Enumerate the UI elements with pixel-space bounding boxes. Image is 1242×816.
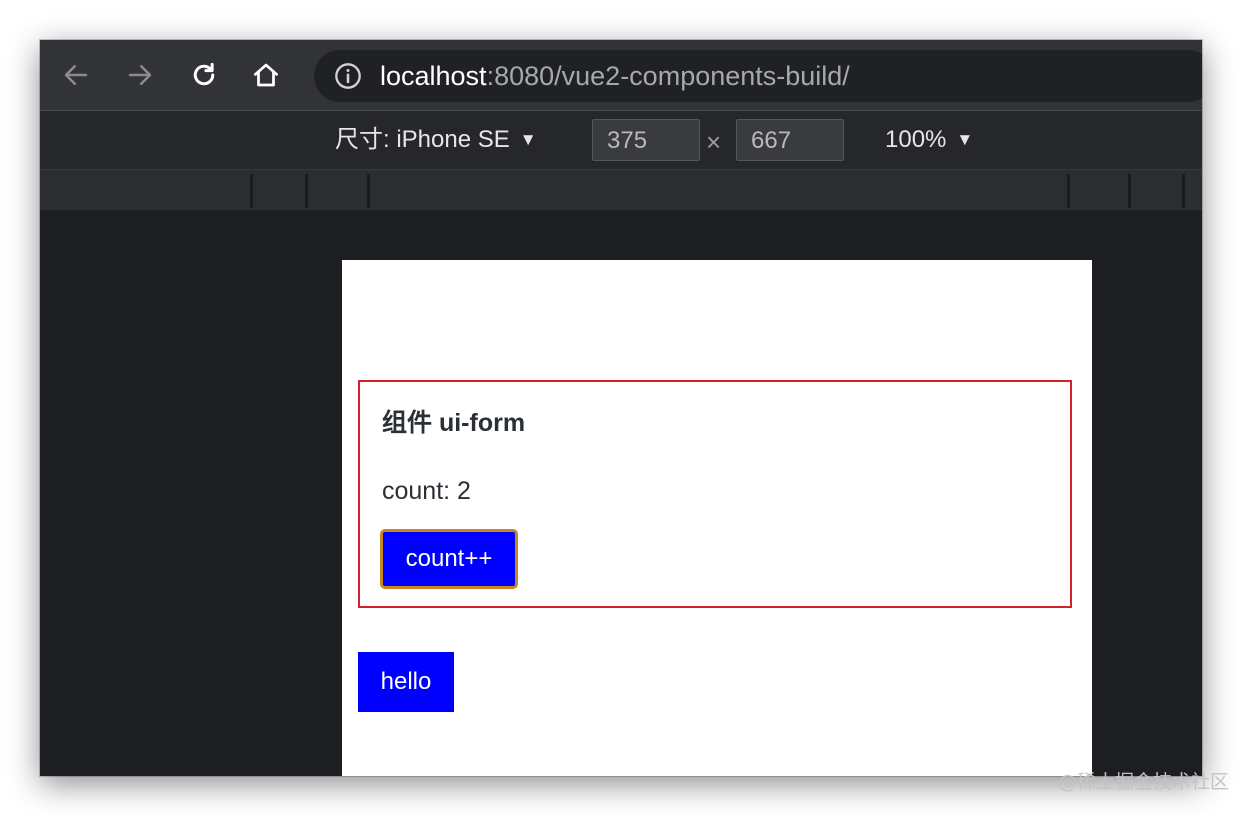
device-label: 尺寸: iPhone SE <box>335 126 510 153</box>
url-host: localhost <box>380 61 487 91</box>
home-button[interactable] <box>248 57 284 93</box>
reload-icon <box>193 62 215 86</box>
times-symbol: × <box>706 127 722 157</box>
ruler-divider <box>367 174 370 208</box>
back-button[interactable] <box>58 57 94 93</box>
device-dropdown[interactable]: 尺寸: iPhone SE ▼ <box>335 123 537 159</box>
watermark: @稀土掘金技术社区 <box>1058 771 1230 793</box>
caret-down-icon: ▼ <box>956 130 974 149</box>
emulated-page: 组件 ui-form count: 2 count++ hello <box>342 260 1092 776</box>
url-path: :8080/vue2-components-build/ <box>486 61 850 91</box>
info-icon[interactable] <box>334 62 362 90</box>
count-increment-button[interactable]: count++ <box>380 529 518 589</box>
height-input[interactable]: 667 <box>736 119 844 161</box>
ruler-divider <box>1182 174 1185 208</box>
width-input[interactable]: 375 <box>592 119 700 161</box>
ruler-divider <box>1067 174 1070 208</box>
count-display: count: 2 <box>382 477 471 505</box>
address-bar[interactable]: localhost:8080/vue2-components-build/ <box>314 50 1202 102</box>
zoom-dropdown[interactable]: 100% ▼ <box>885 123 973 159</box>
home-icon <box>254 63 278 87</box>
arrow-left-icon <box>64 65 88 85</box>
url-text[interactable]: localhost:8080/vue2-components-build/ <box>380 60 850 92</box>
media-query-ruler <box>40 170 1202 211</box>
browser-toolbar: localhost:8080/vue2-components-build/ <box>40 40 1202 111</box>
ruler-divider <box>250 174 253 208</box>
zoom-label: 100% <box>885 126 947 153</box>
component-title: 组件 ui-form <box>382 409 526 437</box>
hello-button[interactable]: hello <box>358 652 454 712</box>
reload-button[interactable] <box>186 57 222 93</box>
ui-form-component: 组件 ui-form count: 2 count++ <box>358 380 1072 608</box>
caret-down-icon: ▼ <box>519 130 537 149</box>
ruler-divider <box>1128 174 1131 208</box>
arrow-right-icon <box>128 65 152 85</box>
device-toolbar: 尺寸: iPhone SE ▼ 375 × 667 100% ▼ <box>40 111 1202 170</box>
browser-window: localhost:8080/vue2-components-build/ 尺寸… <box>40 40 1202 776</box>
ruler-divider <box>305 174 308 208</box>
forward-button[interactable] <box>122 57 158 93</box>
